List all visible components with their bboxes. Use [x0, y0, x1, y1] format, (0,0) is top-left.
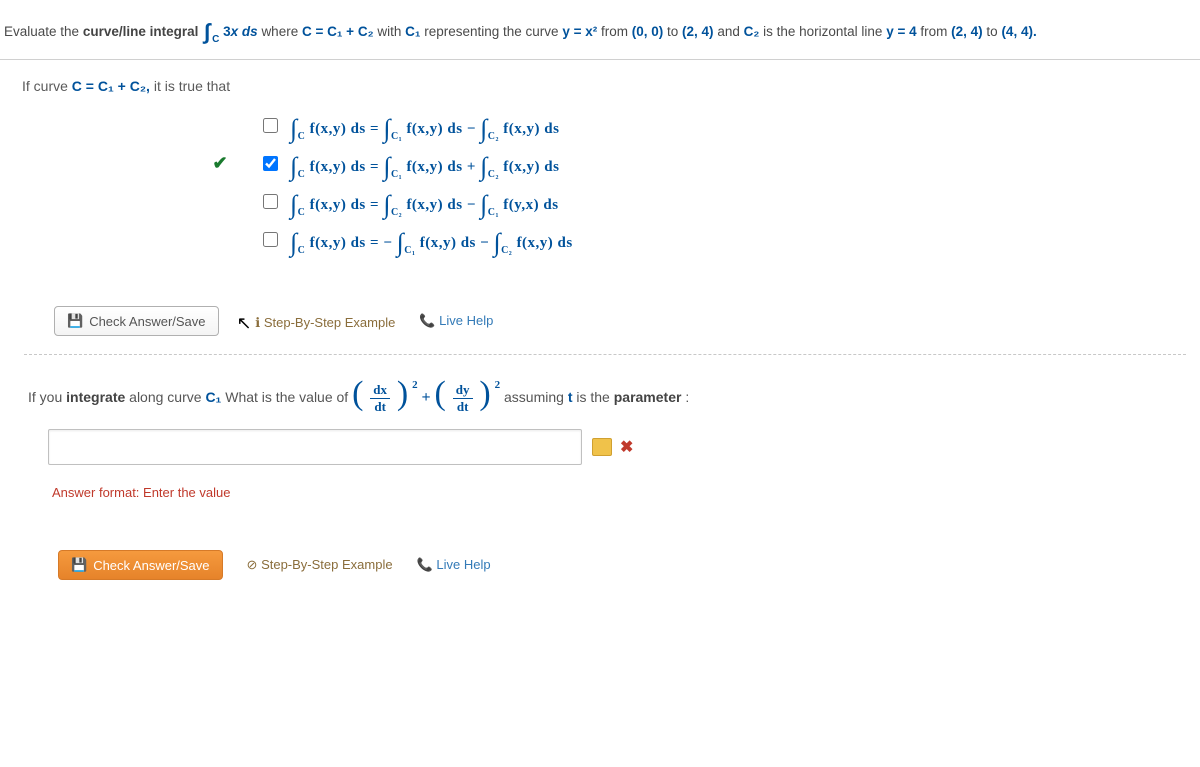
text: assuming — [504, 389, 568, 405]
fraction-dxdt: dx dt — [370, 382, 390, 415]
option-row: ✔ ∫C f(x,y) ds = − ∫C₁ f(x,y) ds − ∫C₂ f… — [190, 220, 1200, 258]
answer-input[interactable] — [48, 429, 582, 465]
option-row: ✔ ∫C f(x,y) ds = ∫C₂ f(x,y) ds − ∫C₁ f(y… — [190, 182, 1200, 220]
integral-expression: ∫C 3x ds — [202, 24, 261, 39]
option-checkbox-1[interactable] — [263, 118, 278, 133]
text: is the horizontal line — [763, 24, 886, 39]
disk-icon: 💾 — [71, 557, 87, 573]
numerator: dx — [370, 382, 390, 399]
squared-exponent: 2 — [495, 379, 501, 391]
link-label: Live Help — [436, 557, 490, 572]
answer-row: ✖ — [28, 415, 1200, 465]
point-00: (0, 0) — [632, 24, 664, 39]
option-checkbox-2[interactable] — [263, 156, 278, 171]
option-math-1: ∫C f(x,y) ds = ∫C₁ f(x,y) ds − ∫C₂ f(x,y… — [290, 110, 559, 140]
question-1-section: If curve C = C₁ + C₂, it is true that ✔ … — [0, 60, 1200, 355]
live-help-link[interactable]: 📞 Live Help — [419, 313, 493, 329]
option-row: ✔ ∫C f(x,y) ds = ∫C₁ f(x,y) ds − ∫C₂ f(x… — [190, 106, 1200, 144]
lparen-icon: ( — [435, 375, 446, 412]
cond-eq: C = C₁ + C₂, — [72, 78, 150, 94]
warning-badge-icon — [592, 438, 612, 456]
live-help-link[interactable]: 📞 Live Help — [417, 557, 491, 573]
option-math-2: ∫C f(x,y) ds = ∫C₁ f(x,y) ds + ∫C₂ f(x,y… — [290, 148, 559, 178]
toolbar-q1: 💾 Check Answer/Save ↖ ℹ Step-By-Step Exa… — [24, 288, 1186, 355]
btn-label: Check Answer/Save — [89, 314, 205, 329]
info-icon: ℹ — [255, 315, 260, 330]
point-24: (2, 4) — [682, 24, 714, 39]
bold-parameter: parameter — [614, 389, 682, 405]
option-checkbox-3[interactable] — [263, 194, 278, 209]
check-answer-save-button[interactable]: 💾 Check Answer/Save — [54, 306, 219, 336]
squared-exponent: 2 — [412, 379, 418, 391]
option-math-4: ∫C f(x,y) ds = − ∫C₁ f(x,y) ds − ∫C₂ f(x… — [290, 224, 573, 254]
y4-eq: y = 4 — [886, 24, 916, 39]
denominator: dt — [453, 399, 473, 415]
c1-italic: C₁ — [205, 389, 221, 405]
question-1-lead: If curve C = C₁ + C₂, it is true that — [10, 70, 1200, 106]
disk-icon: 💾 — [67, 313, 83, 329]
bold-integrate: integrate — [66, 389, 125, 405]
incorrect-x-icon: ✖ — [620, 437, 633, 457]
numerator: dy — [453, 382, 473, 399]
step-by-step-link[interactable]: ⊘ Step-By-Step Example — [247, 557, 393, 573]
text: representing the curve — [424, 24, 562, 39]
t-var: t — [568, 389, 573, 405]
phone-icon: 📞 — [419, 313, 435, 328]
plus-sign: + — [422, 389, 431, 406]
link-label: Live Help — [439, 313, 493, 328]
question-2-section: If you integrate along curve C₁ What is … — [0, 355, 1200, 590]
option-checkbox-4[interactable] — [263, 232, 278, 247]
check-answer-save-button[interactable]: 💾 Check Answer/Save — [58, 550, 223, 580]
text: from — [920, 24, 951, 39]
phone-icon: 📞 — [417, 557, 433, 572]
result-indicator: ✖ — [592, 437, 633, 457]
text: is the — [576, 389, 613, 405]
correct-check-icon: ✔ — [212, 153, 227, 173]
link-label: Step-By-Step Example — [264, 315, 396, 330]
answer-format-hint: Answer format: Enter the value — [28, 465, 1200, 500]
step-by-step-link[interactable]: ↖ ℹ Step-By-Step Example — [243, 311, 396, 332]
btn-label: Check Answer/Save — [93, 558, 209, 573]
text: to — [667, 24, 682, 39]
stop-icon: ⊘ — [247, 557, 258, 572]
text: Evaluate the — [4, 24, 83, 39]
text: If curve — [22, 78, 72, 94]
text: along curve — [129, 389, 205, 405]
text: where — [261, 24, 302, 39]
text: to — [986, 24, 1001, 39]
point-44: (4, 4). — [1001, 24, 1036, 39]
term-curve-line-integral: curve/line integral — [83, 24, 199, 39]
toolbar-q2: 💾 Check Answer/Save ⊘ Step-By-Step Examp… — [28, 500, 1200, 590]
option-math-3: ∫C f(x,y) ds = ∫C₂ f(x,y) ds − ∫C₁ f(y,x… — [290, 186, 559, 216]
denominator: dt — [370, 399, 390, 415]
problem-statement: Evaluate the curve/line integral ∫C 3x d… — [0, 0, 1200, 60]
link-label: Step-By-Step Example — [261, 557, 393, 572]
rparen-icon: ) — [397, 375, 408, 412]
text: it is true that — [154, 78, 230, 94]
text: from — [601, 24, 632, 39]
c-decomp: C = C₁ + C₂ — [302, 24, 374, 39]
option-row: ✔ ∫C f(x,y) ds = ∫C₁ f(x,y) ds + ∫C₂ f(x… — [190, 144, 1200, 182]
text: and — [717, 24, 743, 39]
rparen-icon: ) — [479, 375, 490, 412]
text: What is the value of — [225, 389, 352, 405]
point-24b: (2, 4) — [951, 24, 983, 39]
text: If you — [28, 389, 66, 405]
cursor-icon: ↖ — [237, 313, 252, 333]
text: with — [377, 24, 405, 39]
c1-label: C₁ — [405, 24, 420, 39]
lparen-icon: ( — [352, 375, 363, 412]
curve-eq: y = x² — [562, 24, 597, 39]
fraction-dydt: dy dt — [453, 382, 473, 415]
c2-label: C₂ — [744, 24, 760, 39]
text: : — [685, 389, 689, 405]
